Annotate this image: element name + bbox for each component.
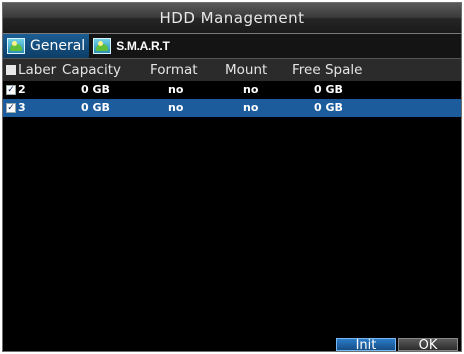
cell-label: 2 — [18, 83, 26, 96]
cell-format: no — [168, 101, 184, 114]
table-header: Laber Capacity Format Mount Free Spale — [3, 59, 461, 81]
cell-capacity: 0 GB — [81, 83, 110, 96]
tab-general-label: General — [30, 38, 86, 54]
tab-general[interactable]: General — [3, 34, 90, 58]
column-header-free-space: Free Spale — [292, 62, 363, 78]
column-header-label: Laber — [18, 62, 57, 78]
select-all-checkbox[interactable] — [6, 65, 16, 75]
tab-smart-label: S.M.A.R.T — [116, 39, 170, 53]
dialog-title: HDD Management — [3, 3, 461, 34]
tab-bar: General S.M.A.R.T — [3, 34, 461, 59]
cell-capacity: 0 GB — [81, 101, 110, 114]
hdd-management-dialog: HDD Management General S.M.A.R.T Laber C… — [2, 2, 462, 352]
init-button[interactable]: Init — [336, 338, 396, 351]
row-checkbox[interactable]: ✓ — [6, 103, 16, 113]
column-header-format: Format — [150, 62, 198, 78]
column-header-capacity: Capacity — [62, 62, 121, 78]
cell-free-space: 0 GB — [314, 83, 343, 96]
button-bar: Init OK — [3, 337, 461, 351]
cell-label: 3 — [18, 101, 26, 114]
table-row[interactable]: ✓ 3 0 GB no no 0 GB — [3, 99, 461, 117]
column-header-mount: Mount — [225, 62, 268, 78]
row-checkbox[interactable]: ✓ — [6, 85, 16, 95]
table-row[interactable]: ✓ 2 0 GB no no 0 GB — [3, 81, 461, 99]
cell-format: no — [168, 83, 184, 96]
landscape-icon — [93, 38, 112, 54]
cell-free-space: 0 GB — [314, 101, 343, 114]
cell-mount: no — [243, 101, 259, 114]
cell-mount: no — [243, 83, 259, 96]
landscape-icon — [7, 38, 25, 54]
ok-button[interactable]: OK — [398, 338, 458, 351]
tab-smart[interactable]: S.M.A.R.T — [89, 34, 173, 58]
